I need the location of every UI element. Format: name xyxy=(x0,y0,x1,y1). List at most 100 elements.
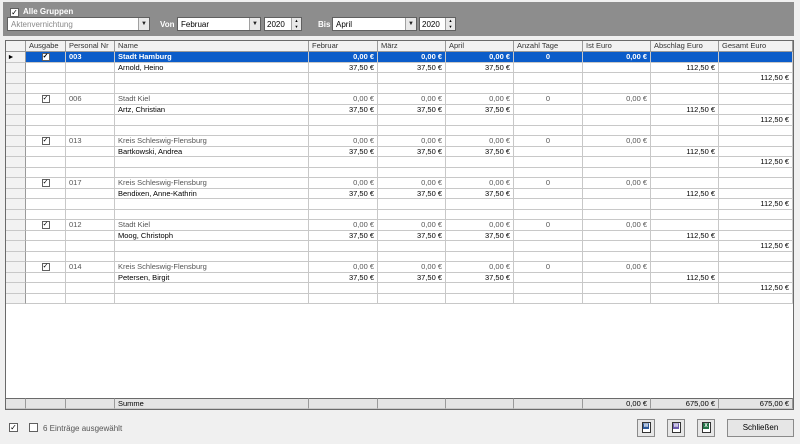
ausgabe-cell[interactable]: ✓ xyxy=(26,52,66,63)
export-word-alt-button[interactable]: W xyxy=(667,419,685,437)
abschlag-cell[interactable] xyxy=(651,94,719,105)
person-name-cell[interactable]: Petersen, Birgit xyxy=(115,272,309,283)
maerz-cell[interactable]: 0,00 € xyxy=(378,136,446,147)
group-row[interactable]: ✓ 006 Stadt Kiel 0,00 €0,00 €0,00 €0 0,00 € xyxy=(6,94,793,105)
anzahl-tage-cell[interactable]: 0 xyxy=(514,94,583,105)
empty-row[interactable] xyxy=(6,251,793,262)
abschlag-cell[interactable]: 112,50 € xyxy=(651,230,719,241)
select-all-checkbox[interactable]: ✓ xyxy=(9,423,18,432)
april-cell[interactable]: 0,00 € xyxy=(446,94,514,105)
name-cell[interactable]: Kreis Schleswig-Flensburg xyxy=(115,262,309,273)
group-select[interactable]: Aktenvernichtung ▼ xyxy=(7,17,150,31)
person-row[interactable]: Bartkowski, Andrea 37,50 €37,50 €37,50 €1… xyxy=(6,146,793,157)
ausgabe-checkbox[interactable]: ✓ xyxy=(41,221,50,230)
februar-cell[interactable]: 0,00 € xyxy=(309,52,378,63)
gesamt-cell[interactable] xyxy=(719,136,793,147)
april-cell[interactable]: 37,50 € xyxy=(446,104,514,115)
group-row[interactable]: ▸ ✓ 003 Stadt Hamburg 0,00 €0,00 €0,00 €0 0,0… xyxy=(6,52,793,63)
personal-nr-cell[interactable]: 017 xyxy=(66,178,115,189)
ausgabe-cell[interactable]: ✓ xyxy=(26,262,66,273)
gesamt-cell[interactable] xyxy=(719,178,793,189)
maerz-cell[interactable]: 0,00 € xyxy=(378,262,446,273)
personal-nr-cell[interactable]: 003 xyxy=(66,52,115,63)
maerz-cell[interactable]: 37,50 € xyxy=(378,146,446,157)
gesamt-total-cell[interactable]: 112,50 € xyxy=(719,157,793,168)
februar-cell[interactable]: 0,00 € xyxy=(309,94,378,105)
total-row[interactable]: 112,50 € xyxy=(6,115,793,126)
abschlag-cell[interactable] xyxy=(651,262,719,273)
april-cell[interactable]: 37,50 € xyxy=(446,146,514,157)
april-cell[interactable]: 0,00 € xyxy=(446,220,514,231)
empty-row[interactable] xyxy=(6,125,793,136)
ist-euro-cell[interactable]: 0,00 € xyxy=(583,262,651,273)
februar-cell[interactable]: 0,00 € xyxy=(309,178,378,189)
abschlag-cell[interactable] xyxy=(651,136,719,147)
col-anzahl-tage[interactable]: Anzahl Tage xyxy=(514,41,583,52)
spinner-arrows-icon[interactable]: ▲ ▼ xyxy=(291,18,301,30)
name-cell[interactable]: Kreis Schleswig-Flensburg xyxy=(115,136,309,147)
februar-cell[interactable]: 0,00 € xyxy=(309,262,378,273)
to-year-spinner[interactable]: 2020 ▲ ▼ xyxy=(419,17,456,31)
empty-row[interactable] xyxy=(6,167,793,178)
to-month-select[interactable]: April ▼ xyxy=(332,17,417,31)
person-row[interactable]: Moog, Christoph 37,50 €37,50 €37,50 €112,… xyxy=(6,230,793,241)
total-row[interactable]: 112,50 € xyxy=(6,157,793,168)
ausgabe-checkbox[interactable]: ✓ xyxy=(41,53,50,62)
personal-nr-cell[interactable]: 006 xyxy=(66,94,115,105)
abschlag-cell[interactable]: 112,50 € xyxy=(651,104,719,115)
total-row[interactable]: 112,50 € xyxy=(6,73,793,84)
total-row[interactable]: 112,50 € xyxy=(6,241,793,252)
februar-cell[interactable]: 0,00 € xyxy=(309,136,378,147)
gesamt-cell[interactable] xyxy=(719,94,793,105)
chevron-down-icon[interactable]: ▼ xyxy=(249,18,260,30)
maerz-cell[interactable]: 37,50 € xyxy=(378,104,446,115)
export-excel-button[interactable]: X xyxy=(697,419,715,437)
april-cell[interactable]: 0,00 € xyxy=(446,262,514,273)
februar-cell[interactable]: 37,50 € xyxy=(309,188,378,199)
abschlag-cell[interactable]: 112,50 € xyxy=(651,146,719,157)
group-row[interactable]: ✓ 014 Kreis Schleswig-Flensburg 0,00 €0,00 … xyxy=(6,262,793,273)
ausgabe-cell[interactable]: ✓ xyxy=(26,136,66,147)
ist-euro-cell[interactable]: 0,00 € xyxy=(583,220,651,231)
from-month-select[interactable]: Februar ▼ xyxy=(177,17,261,31)
maerz-cell[interactable]: 37,50 € xyxy=(378,62,446,73)
gesamt-cell[interactable] xyxy=(719,262,793,273)
person-name-cell[interactable]: Bendixen, Anne-Kathrin xyxy=(115,188,309,199)
april-cell[interactable]: 0,00 € xyxy=(446,178,514,189)
name-cell[interactable]: Stadt Kiel xyxy=(115,94,309,105)
person-name-cell[interactable]: Bartkowski, Andrea xyxy=(115,146,309,157)
maerz-cell[interactable]: 37,50 € xyxy=(378,272,446,283)
col-maerz[interactable]: März xyxy=(378,41,446,52)
abschlag-cell[interactable]: 112,50 € xyxy=(651,62,719,73)
col-abschlag-euro[interactable]: Abschlag Euro xyxy=(651,41,719,52)
export-word-button[interactable]: W xyxy=(637,419,655,437)
name-cell[interactable]: Kreis Schleswig-Flensburg xyxy=(115,178,309,189)
ausgabe-checkbox[interactable]: ✓ xyxy=(41,263,50,272)
ausgabe-checkbox[interactable]: ✓ xyxy=(41,179,50,188)
anzahl-tage-cell[interactable]: 0 xyxy=(514,178,583,189)
chevron-down-icon[interactable]: ▼ xyxy=(405,18,416,30)
april-cell[interactable]: 37,50 € xyxy=(446,272,514,283)
chevron-down-icon[interactable]: ▼ xyxy=(138,18,149,30)
person-name-cell[interactable]: Arnold, Heino xyxy=(115,62,309,73)
ist-euro-cell[interactable]: 0,00 € xyxy=(583,178,651,189)
maerz-cell[interactable]: 0,00 € xyxy=(378,94,446,105)
group-row[interactable]: ✓ 013 Kreis Schleswig-Flensburg 0,00 €0,00 … xyxy=(6,136,793,147)
gesamt-cell[interactable] xyxy=(719,220,793,231)
maerz-cell[interactable]: 0,00 € xyxy=(378,178,446,189)
col-personal-nr[interactable]: Personal Nr xyxy=(66,41,115,52)
gesamt-cell[interactable] xyxy=(719,52,793,63)
person-name-cell[interactable]: Artz, Christian xyxy=(115,104,309,115)
person-row[interactable]: Arnold, Heino 37,50 €37,50 €37,50 €112,50… xyxy=(6,62,793,73)
all-groups-checkbox[interactable]: ✓ xyxy=(10,8,19,17)
april-cell[interactable]: 37,50 € xyxy=(446,62,514,73)
deselect-all-checkbox[interactable] xyxy=(29,423,38,432)
from-year-spinner[interactable]: 2020 ▲ ▼ xyxy=(264,17,302,31)
anzahl-tage-cell[interactable]: 0 xyxy=(514,136,583,147)
gesamt-total-cell[interactable]: 112,50 € xyxy=(719,241,793,252)
gesamt-total-cell[interactable]: 112,50 € xyxy=(719,115,793,126)
abschlag-cell[interactable] xyxy=(651,52,719,63)
ist-euro-cell[interactable]: 0,00 € xyxy=(583,94,651,105)
close-button[interactable]: Schließen xyxy=(727,419,794,437)
maerz-cell[interactable]: 0,00 € xyxy=(378,52,446,63)
